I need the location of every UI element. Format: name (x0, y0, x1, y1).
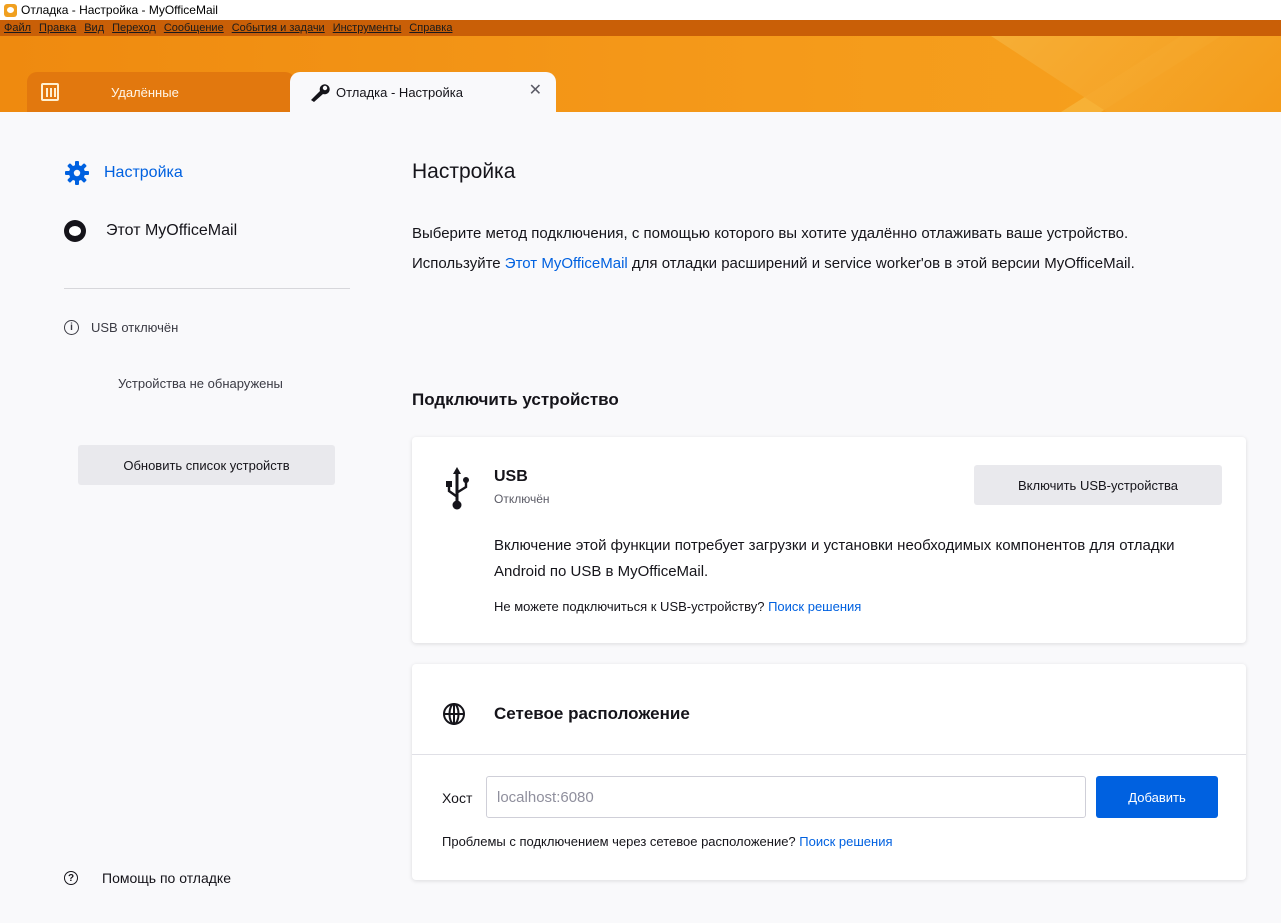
sidebar-item-setup[interactable]: Настройка (64, 160, 183, 186)
usb-state: Отключён (494, 492, 550, 506)
sidebar-item-this-app-label: Этот MyOfficeMail (106, 222, 238, 239)
enable-usb-button[interactable]: Включить USB-устройства (974, 465, 1222, 505)
debug-help-label: Помощь по отладке (102, 870, 231, 886)
globe-icon (443, 703, 465, 725)
network-divider (412, 754, 1246, 755)
sidebar: Настройка Этот MyOfficeMail i USB отключ… (0, 112, 370, 923)
usb-status-label: USB отключён (91, 320, 179, 335)
menu-help[interactable]: Справка (409, 22, 452, 34)
menu-bar: Файл Правка Вид Переход Сообщение Событи… (0, 20, 1281, 36)
tab-deleted[interactable]: Удалённые (27, 72, 295, 112)
tabstrip-decoration (991, 36, 1281, 112)
usb-status: i USB отключён (64, 320, 178, 335)
sidebar-divider (64, 288, 350, 289)
tab-deleted-label: Удалённые (111, 84, 179, 100)
trash-icon (41, 83, 59, 101)
tab-debug-setup-label: Отладка - Настройка (336, 84, 463, 100)
network-troubleshoot-link[interactable]: Поиск решения (799, 834, 892, 849)
app-logo-icon (4, 3, 17, 17)
usb-description: Включение этой функции потребует загрузк… (494, 537, 1175, 580)
usb-card: USB Отключён Включить USB-устройства Вкл… (412, 437, 1246, 643)
connect-device-heading: Подключить устройство (412, 390, 619, 409)
menu-view[interactable]: Вид (84, 22, 104, 34)
sidebar-item-this-app[interactable]: Этот MyOfficeMail (64, 220, 237, 242)
intro-text: Выберите метод подключения, с помощью ко… (412, 219, 1246, 279)
host-input[interactable] (486, 776, 1086, 818)
menu-file[interactable]: Файл (4, 22, 31, 34)
wrench-icon (311, 84, 330, 102)
window-titlebar: Отладка - Настройка - MyOfficeMail (0, 0, 1281, 20)
usb-icon (446, 467, 469, 510)
help-icon: ? (64, 871, 78, 885)
network-title: Сетевое расположение (494, 704, 690, 723)
intro-post: для отладки расширений и service worker'… (627, 255, 1135, 272)
no-devices-message: Устройства не обнаружены (118, 376, 283, 391)
sidebar-item-setup-label: Настройка (104, 164, 183, 181)
debug-help-link[interactable]: ? Помощь по отладке (64, 870, 231, 886)
menu-edit[interactable]: Правка (39, 22, 76, 34)
page-title: Настройка (412, 160, 516, 183)
info-icon: i (64, 320, 79, 335)
host-label: Хост (442, 790, 473, 806)
add-host-button[interactable]: Добавить (1096, 776, 1218, 818)
menu-events-tasks[interactable]: События и задачи (232, 22, 325, 34)
this-app-link[interactable]: Этот MyOfficeMail (505, 255, 628, 272)
intro-pre: Используйте (412, 255, 505, 272)
usb-troubleshoot-link[interactable]: Поиск решения (768, 599, 861, 614)
tab-strip: Удалённые Отладка - Настройка ✕ (0, 36, 1281, 112)
app-profile-icon (64, 220, 86, 242)
tab-debug-setup[interactable]: Отладка - Настройка ✕ (290, 72, 556, 112)
network-help: Проблемы с подключением через сетевое ра… (442, 834, 893, 849)
close-tab-icon[interactable]: ✕ (529, 83, 542, 99)
intro-line-1: Выберите метод подключения, с помощью ко… (412, 225, 1129, 242)
menu-message[interactable]: Сообщение (164, 22, 224, 34)
network-card: Сетевое расположение Хост Добавить Пробл… (412, 664, 1246, 880)
menu-go[interactable]: Переход (112, 22, 156, 34)
menu-tools[interactable]: Инструменты (333, 22, 402, 34)
usb-help: Не можете подключиться к USB-устройству?… (494, 599, 861, 614)
window-title: Отладка - Настройка - MyOfficeMail (21, 3, 218, 17)
gear-icon (65, 161, 89, 185)
usb-title: USB (494, 468, 528, 485)
network-help-text: Проблемы с подключением через сетевое ра… (442, 834, 800, 849)
refresh-devices-button[interactable]: Обновить список устройств (78, 445, 335, 485)
usb-help-text: Не можете подключиться к USB-устройству? (494, 599, 769, 614)
